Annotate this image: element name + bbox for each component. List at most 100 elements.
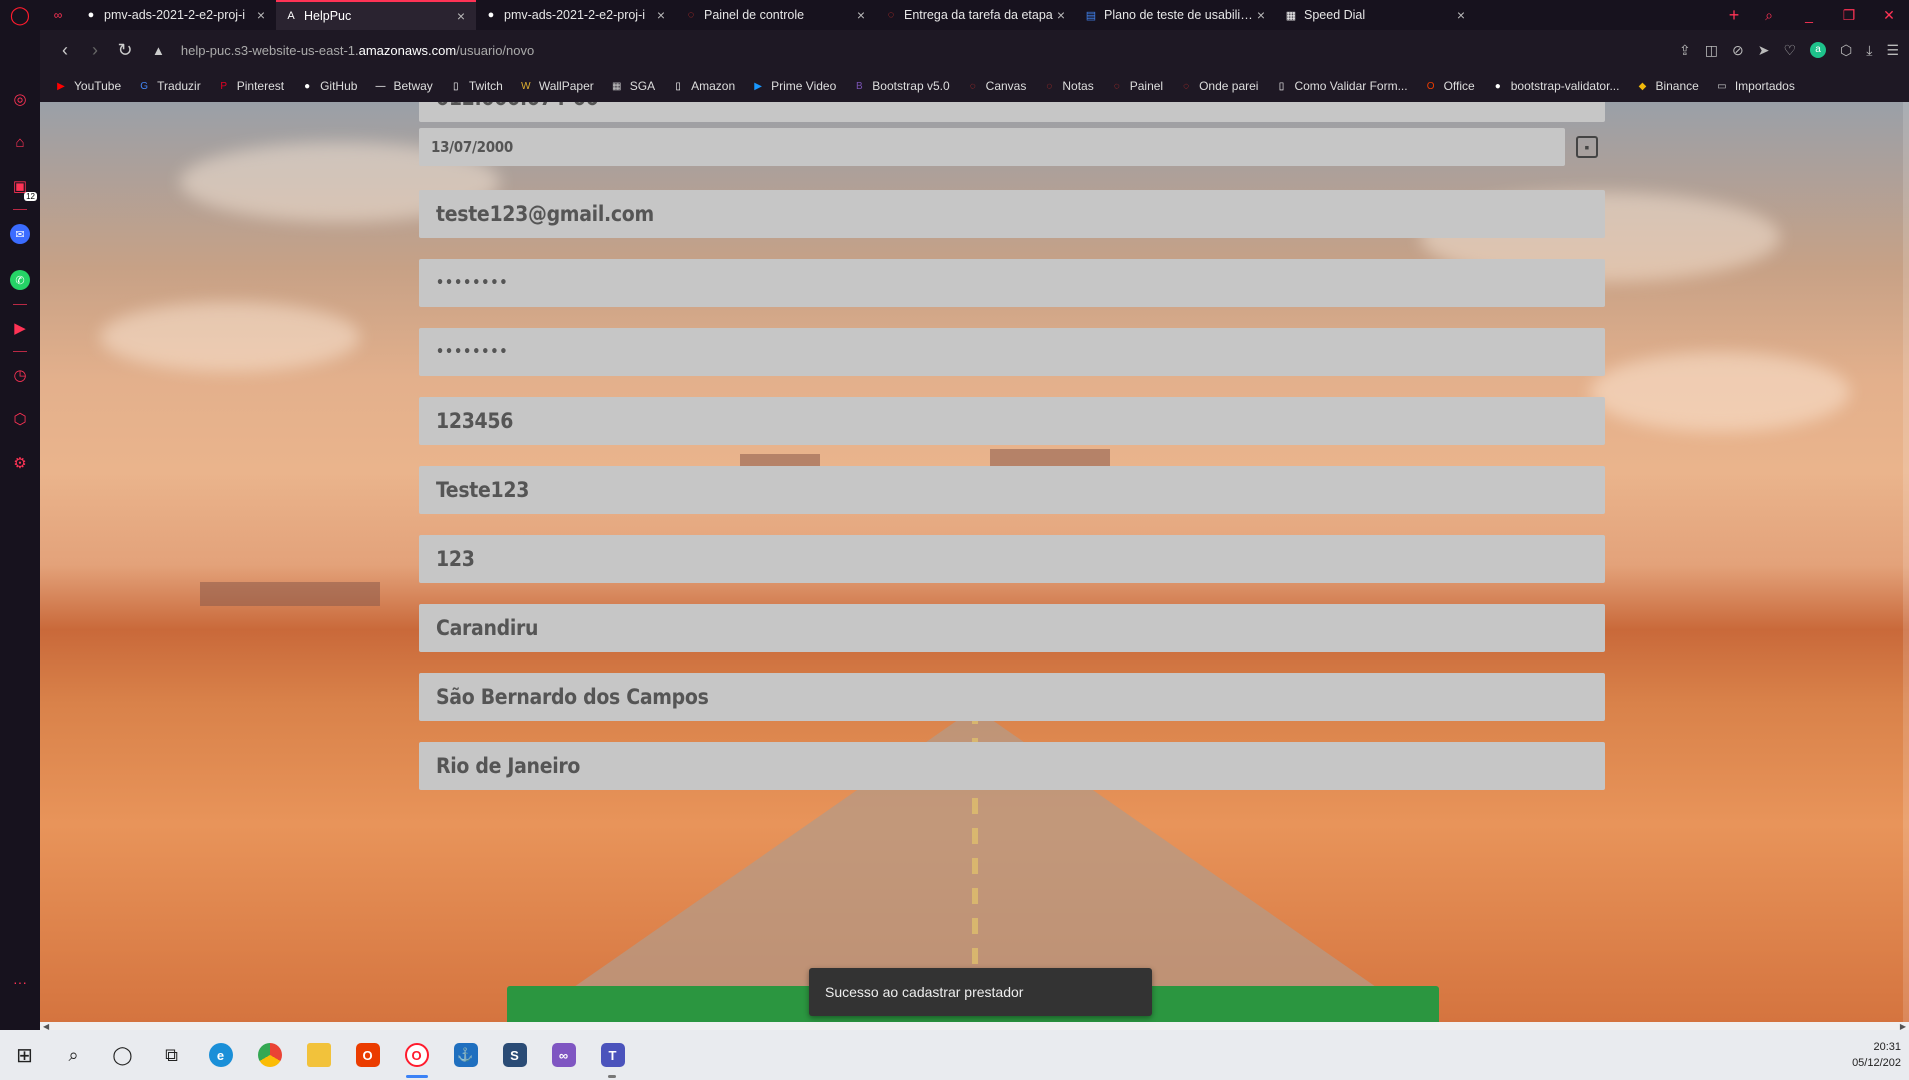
cpf-field[interactable]: 012.000.074-00 — [419, 102, 1605, 122]
visual-studio-icon[interactable]: ∞ — [539, 1030, 588, 1080]
calendar-icon[interactable]: ▪ — [1576, 136, 1598, 158]
opera-logo-icon[interactable]: ◯ — [0, 0, 40, 30]
forward-button[interactable]: › — [80, 40, 110, 61]
url-field[interactable]: ▲ help-puc.s3-website-us-east-1. amazonaw… — [152, 43, 1679, 58]
download-icon[interactable]: ⤓ — [1866, 42, 1872, 59]
bookmark-item[interactable]: W WallPaper — [519, 79, 594, 93]
street-field[interactable]: Teste123 — [419, 466, 1605, 514]
speed-dial-sidebar-icon[interactable]: ◎ — [9, 90, 31, 108]
bookmark-item[interactable]: ◌ Painel — [1110, 79, 1163, 93]
azure-data-studio-icon[interactable]: ⚓ — [441, 1030, 490, 1080]
bookmark-item[interactable]: B Bootstrap v5.0 — [852, 79, 950, 93]
bookmark-item[interactable]: ◌ Canvas — [966, 79, 1027, 93]
reload-button[interactable]: ↻ — [110, 40, 140, 61]
twitch-icon[interactable]: ▣ 12 — [9, 177, 37, 201]
whatsapp-icon[interactable]: ✆ — [10, 270, 30, 290]
opera-taskbar-icon[interactable]: O — [392, 1030, 441, 1080]
bookmark-heart-icon[interactable]: ♡ — [1783, 42, 1796, 59]
office-icon[interactable]: O — [343, 1030, 392, 1080]
cep-field[interactable]: 123456 — [419, 397, 1605, 445]
sql-server-icon[interactable]: S — [490, 1030, 539, 1080]
search-icon[interactable]: ⌕ — [49, 1030, 98, 1080]
birthdate-field[interactable]: 13/07/2000 — [419, 128, 1565, 166]
tab-close-icon[interactable]: × — [1454, 7, 1468, 23]
bookmark-item[interactable]: — Betway — [373, 79, 432, 93]
browser-tab[interactable]: ▦ Speed Dial × — [1276, 0, 1476, 30]
bookmark-item[interactable]: ▯ Twitch — [449, 79, 503, 93]
settings-icon[interactable]: ⚙ — [9, 454, 31, 472]
horizontal-scrollbar[interactable]: ◀ ▶ — [40, 1022, 1909, 1031]
start-button[interactable]: ⊞ — [0, 1030, 49, 1080]
extensions-icon[interactable]: ⬡ — [9, 410, 31, 428]
browser-tab[interactable]: A HelpPuc × — [276, 0, 476, 30]
browser-tab[interactable]: ● pmv-ads-2021-2-e2-proj-i × — [76, 0, 276, 30]
browser-tab[interactable]: ◌ Painel de controle × — [676, 0, 876, 30]
email-field[interactable]: teste123@gmail.com — [419, 190, 1605, 238]
tab-close-icon[interactable]: × — [1254, 7, 1268, 23]
tab-close-icon[interactable]: × — [854, 7, 868, 23]
account-avatar[interactable]: a — [1810, 41, 1826, 58]
snapshot-icon[interactable]: ◫ — [1705, 42, 1718, 59]
bookmark-item[interactable]: ● bootstrap-validator... — [1491, 79, 1620, 93]
neighborhood-field[interactable]: Carandiru — [419, 604, 1605, 652]
bookmark-item[interactable]: ◆ Binance — [1635, 79, 1699, 93]
teams-icon[interactable]: T — [588, 1030, 637, 1080]
wallet-icon[interactable]: ⬡ — [1840, 42, 1852, 59]
browser-tab[interactable]: ● pmv-ads-2021-2-e2-proj-i × — [476, 0, 676, 30]
close-window-button[interactable]: ✕ — [1869, 7, 1909, 24]
tab-close-icon[interactable]: × — [1054, 7, 1068, 23]
vertical-scrollbar[interactable] — [1903, 102, 1909, 1028]
bookmark-item[interactable]: ● GitHub — [300, 79, 357, 93]
tab-close-icon[interactable]: × — [654, 7, 668, 23]
task-view-icon[interactable]: ⧉ — [147, 1030, 196, 1080]
cortana-icon[interactable]: ◯ — [98, 1030, 147, 1080]
bookmark-item[interactable]: G Traduzir — [137, 79, 200, 93]
maximize-button[interactable]: ❐ — [1829, 7, 1869, 24]
tab-title: pmv-ads-2021-2-e2-proj-i — [504, 8, 646, 22]
confirm-password-field[interactable]: •••••••• — [419, 328, 1605, 376]
not-secure-icon[interactable]: ▲ — [152, 43, 165, 58]
new-tab-button[interactable]: + — [1719, 0, 1749, 30]
city-field[interactable]: São Bernardo dos Campos — [419, 673, 1605, 721]
bookmark-item[interactable]: ◌ Notas — [1042, 79, 1093, 93]
bookmark-item[interactable]: ▦ SGA — [610, 79, 655, 93]
sidebar-divider — [13, 351, 27, 352]
bookmark-item[interactable]: ▯ Amazon — [671, 79, 735, 93]
player-icon[interactable]: ▶ — [9, 319, 31, 337]
bookmark-item[interactable]: ◌ Onde parei — [1179, 79, 1258, 93]
page-icon: ▯ — [675, 80, 681, 92]
file-explorer-icon[interactable] — [294, 1030, 343, 1080]
bookmark-item[interactable]: P Pinterest — [217, 79, 284, 93]
bookmark-item[interactable]: O Office — [1424, 79, 1475, 93]
browser-tab[interactable]: ▤ Plano de teste de usabilida × — [1076, 0, 1276, 30]
bookmark-item[interactable]: ▭ Importados — [1715, 79, 1795, 93]
tab-title: pmv-ads-2021-2-e2-proj-i — [104, 8, 246, 22]
tab-close-icon[interactable]: × — [254, 7, 268, 23]
messenger-icon[interactable]: ✉ — [10, 224, 30, 244]
bookmark-item[interactable]: ▶ Prime Video — [751, 79, 836, 93]
browser-tab[interactable]: ◌ Entrega da tarefa da etapa × — [876, 0, 1076, 30]
history-icon[interactable]: ◷ — [9, 366, 31, 384]
gx-icon[interactable]: ∞ — [40, 0, 76, 30]
minimize-button[interactable]: _ — [1789, 7, 1829, 23]
bookmark-item[interactable]: ▶ YouTube — [54, 79, 121, 93]
more-icon[interactable]: ··· — [13, 974, 27, 990]
tab-close-icon[interactable]: × — [454, 8, 468, 24]
shopping-icon[interactable]: ⌂ — [9, 134, 31, 151]
bookmark-item[interactable]: ▯ Como Validar Form... — [1274, 79, 1408, 93]
send-icon[interactable]: ➤ — [1758, 42, 1770, 59]
search-tabs-icon[interactable]: ⌕ — [1749, 7, 1789, 24]
tab-strip: ● pmv-ads-2021-2-e2-proj-i × A HelpPuc × ● pmv-… — [76, 0, 1719, 30]
adblock-icon[interactable]: ⊘ — [1732, 42, 1744, 59]
edge-icon[interactable]: e — [196, 1030, 245, 1080]
password-field[interactable]: •••••••• — [419, 259, 1605, 307]
number-field[interactable]: 123 — [419, 535, 1605, 583]
easy-setup-icon[interactable]: ☰ — [1886, 42, 1899, 59]
bookmarks-bar: ▶ YouTube G Traduzir P Pinterest ● GitHub — Betwa… — [40, 70, 1909, 102]
share-icon[interactable]: ⇪ — [1679, 42, 1691, 59]
chrome-icon[interactable] — [245, 1030, 294, 1080]
a-icon: A — [287, 10, 295, 22]
state-field[interactable]: Rio de Janeiro — [419, 742, 1605, 790]
system-clock[interactable]: 20:31 05/12/202 — [1852, 1039, 1909, 1071]
back-button[interactable]: ‹ — [50, 40, 80, 61]
